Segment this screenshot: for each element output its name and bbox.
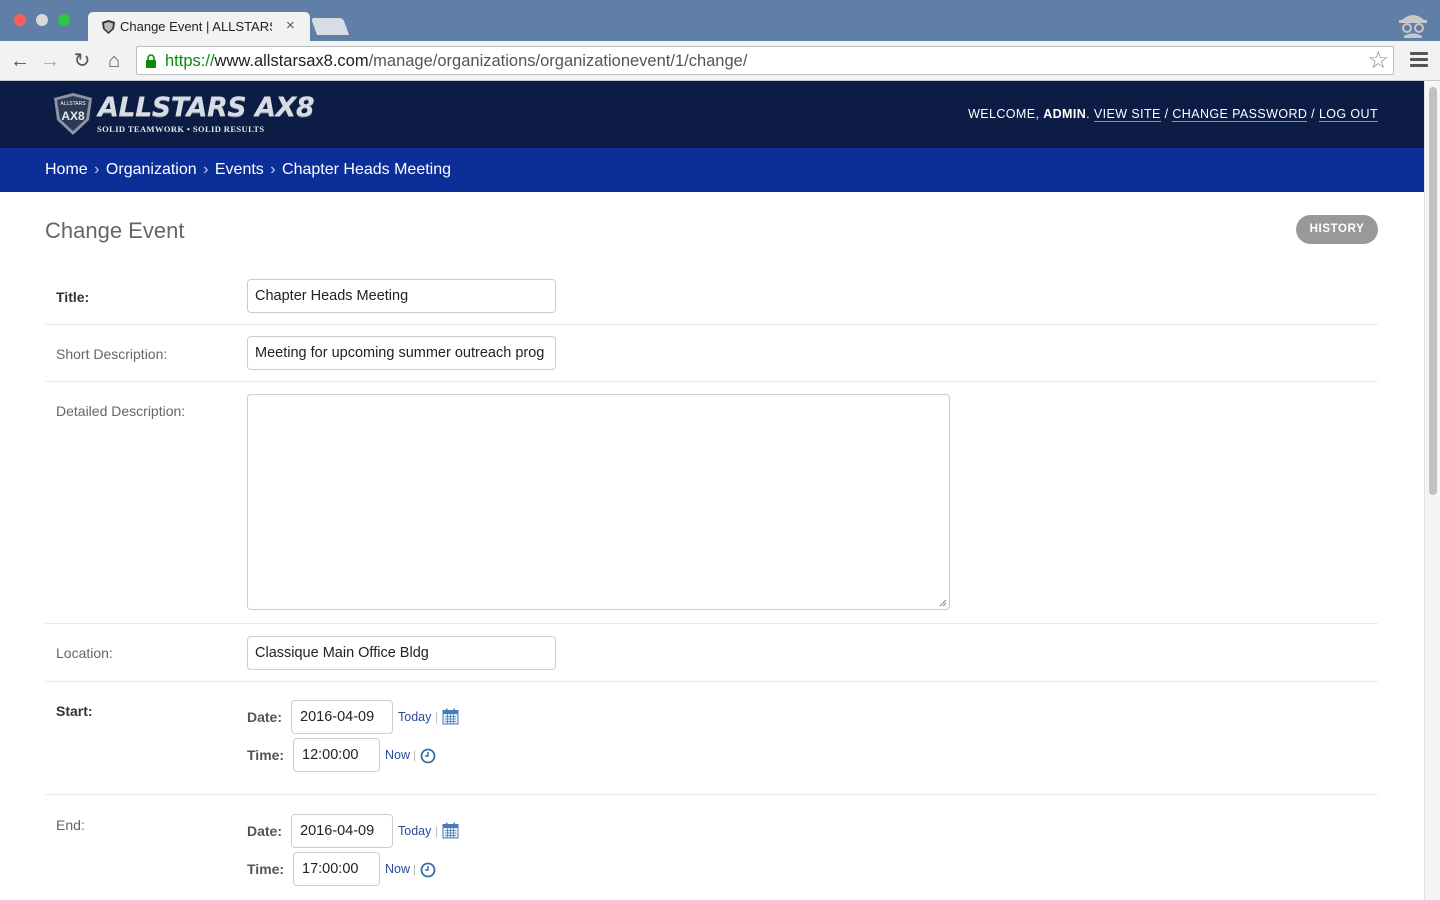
start-time-input[interactable]: 12:00:00 xyxy=(293,738,380,772)
start-date-label: Date: xyxy=(247,709,283,725)
url-domain: www.allstarsax8.com xyxy=(214,52,369,70)
browser-tabstrip: Change Event | ALLSTARS AX8 × xyxy=(0,0,1440,41)
title-input[interactable]: Chapter Heads Meeting xyxy=(247,279,556,313)
site-header: ALLSTARS AX8 ALLSTARS AX8 SOLID TEAMWORK… xyxy=(0,81,1424,148)
browser-toolbar: ← → ↻ ⌂ https://www.allstarsax8.com/mana… xyxy=(0,41,1440,81)
end-date-label: Date: xyxy=(247,823,283,839)
short-description-input[interactable]: Meeting for upcoming summer outreach pro… xyxy=(247,336,556,370)
address-bar[interactable]: https://www.allstarsax8.com/manage/organ… xyxy=(136,46,1394,75)
end-time-line: Time: 17:00:00 Now | xyxy=(247,852,487,886)
close-window-button[interactable] xyxy=(14,14,26,26)
username: ADMIN xyxy=(1043,107,1087,121)
detailed-description-textarea[interactable] xyxy=(247,394,950,610)
form-row-end: End: Date: 2016-04-09 Today | Time: 17:0… xyxy=(45,795,1378,900)
start-label: Start: xyxy=(56,703,93,719)
breadcrumb: Home › Organization › Events › Chapter H… xyxy=(0,148,1424,192)
end-time-input[interactable]: 17:00:00 xyxy=(293,852,380,886)
log-out-link[interactable]: LOG OUT xyxy=(1318,107,1378,122)
scrollbar-thumb[interactable] xyxy=(1429,87,1437,495)
end-date-pipe: | xyxy=(435,824,439,838)
clock-icon[interactable] xyxy=(420,748,436,764)
resize-grip-icon[interactable] xyxy=(939,599,947,607)
breadcrumb-separator: › xyxy=(203,161,209,178)
browser-tab-active[interactable]: Change Event | ALLSTARS AX8 × xyxy=(88,12,310,41)
bookmark-star-icon[interactable]: ☆ xyxy=(1367,48,1389,74)
form-row-location: Location: Classique Main Office Bldg xyxy=(45,624,1378,682)
title-label: Title: xyxy=(56,289,90,305)
end-label: End: xyxy=(56,817,85,833)
maximize-window-button[interactable] xyxy=(58,14,70,26)
end-today-link[interactable]: Today xyxy=(398,824,431,838)
shield-favicon-icon xyxy=(102,20,115,34)
logo-tagline: SOLID TEAMWORK • SOLID RESULTS xyxy=(97,124,265,134)
change-password-link[interactable]: CHANGE PASSWORD xyxy=(1172,107,1308,122)
history-button[interactable]: HISTORY xyxy=(1296,215,1378,244)
site-logo[interactable]: ALLSTARS AX8 ALLSTARS AX8 SOLID TEAMWORK… xyxy=(54,91,315,137)
form-row-detailed-description: Detailed Description: xyxy=(45,382,1378,624)
user-tools-separator: / xyxy=(1307,107,1319,121)
logo-title: ALLSTARS AX8 xyxy=(98,92,315,123)
tab-close-icon[interactable]: × xyxy=(286,17,295,34)
user-tools: WELCOME, ADMIN. VIEW SITE / CHANGE PASSW… xyxy=(968,107,1378,122)
end-date-input[interactable]: 2016-04-09 xyxy=(291,814,393,848)
detailed-description-label: Detailed Description: xyxy=(56,403,186,419)
url-scheme: https:// xyxy=(165,52,215,70)
form-row-title: Title: Chapter Heads Meeting xyxy=(45,268,1378,325)
start-date-pipe: | xyxy=(435,710,439,724)
start-today-link[interactable]: Today xyxy=(398,710,431,724)
breadcrumb-organization[interactable]: Organization xyxy=(106,161,197,178)
form-row-short-description: Short Description: Meeting for upcoming … xyxy=(45,325,1378,382)
home-button[interactable]: ⌂ xyxy=(103,50,125,72)
tab-title: Change Event | ALLSTARS AX8 xyxy=(120,19,272,34)
reload-button[interactable]: ↻ xyxy=(71,50,93,72)
breadcrumb-events[interactable]: Events xyxy=(215,161,264,178)
location-label: Location: xyxy=(56,645,113,661)
page-title: Change Event xyxy=(45,218,185,243)
start-time-label: Time: xyxy=(247,747,285,763)
start-date-input[interactable]: 2016-04-09 xyxy=(291,700,393,734)
svg-text:AX8: AX8 xyxy=(61,109,85,123)
short-description-label: Short Description: xyxy=(56,346,168,362)
breadcrumb-current: Chapter Heads Meeting xyxy=(282,161,452,178)
end-time-label: Time: xyxy=(247,861,285,877)
breadcrumb-separator: › xyxy=(270,161,276,178)
svg-text:ALLSTARS: ALLSTARS xyxy=(60,101,86,107)
view-site-link[interactable]: VIEW SITE xyxy=(1093,107,1161,122)
new-tab-button[interactable] xyxy=(310,18,350,35)
lock-icon xyxy=(146,54,156,68)
start-date-line: Date: 2016-04-09 Today | xyxy=(247,700,507,734)
start-time-pipe: | xyxy=(413,748,417,762)
start-time-line: Time: 12:00:00 Now | xyxy=(247,738,487,772)
breadcrumb-separator: › xyxy=(94,161,100,178)
page-scrollbar[interactable] xyxy=(1424,81,1440,900)
start-now-link[interactable]: Now xyxy=(385,748,410,762)
calendar-icon[interactable] xyxy=(442,822,459,839)
calendar-icon[interactable] xyxy=(442,708,459,725)
breadcrumb-home[interactable]: Home xyxy=(45,161,88,178)
forward-button[interactable]: → xyxy=(39,50,61,72)
end-time-pipe: | xyxy=(413,862,417,876)
page-viewport: ALLSTARS AX8 ALLSTARS AX8 SOLID TEAMWORK… xyxy=(0,81,1424,900)
clock-icon[interactable] xyxy=(420,862,436,878)
url-path: /manage/organizations/organizationevent/… xyxy=(368,52,748,70)
form-row-start: Start: Date: 2016-04-09 Today | Time: 12… xyxy=(45,682,1378,795)
back-button[interactable]: ← xyxy=(9,50,31,72)
welcome-period: . xyxy=(1086,107,1094,121)
browser-menu-icon[interactable] xyxy=(1410,52,1428,68)
user-tools-separator: / xyxy=(1160,107,1173,121)
welcome-text: WELCOME, xyxy=(968,107,1044,121)
url-text: https://www.allstarsax8.com/manage/organ… xyxy=(165,52,747,71)
incognito-icon xyxy=(1399,15,1427,38)
end-now-link[interactable]: Now xyxy=(385,862,410,876)
location-input[interactable]: Classique Main Office Bldg xyxy=(247,636,556,670)
shield-logo-icon: ALLSTARS AX8 xyxy=(54,93,92,135)
minimize-window-button[interactable] xyxy=(36,14,48,26)
end-date-line: Date: 2016-04-09 Today | xyxy=(247,814,507,848)
